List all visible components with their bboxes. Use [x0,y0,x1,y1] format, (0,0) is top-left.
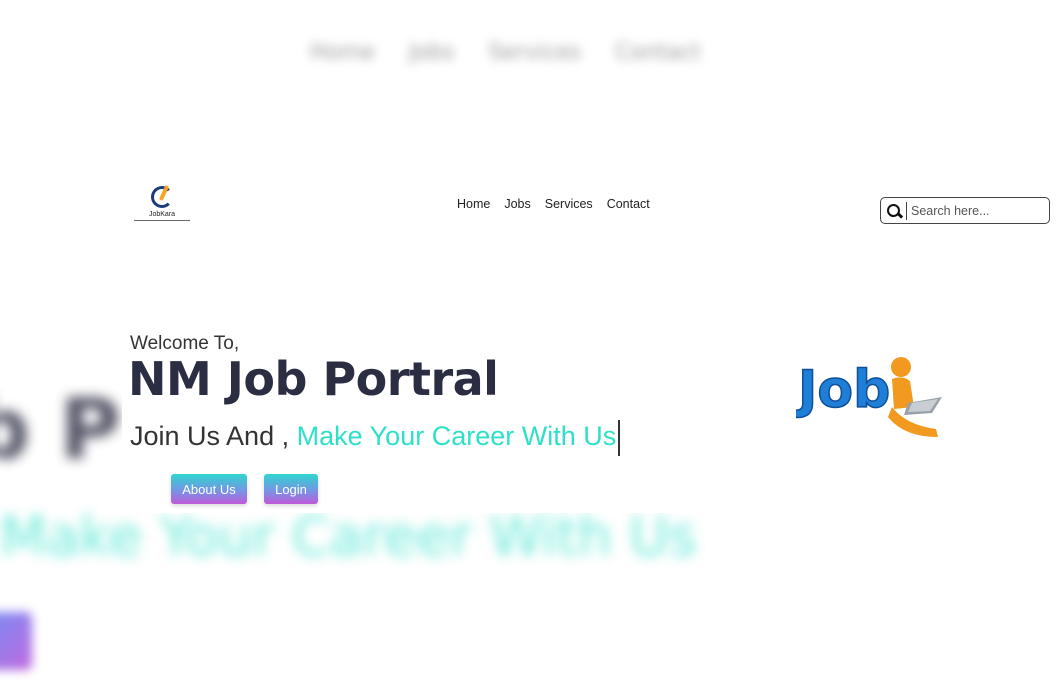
tagline-prefix: Join Us And , [130,421,290,452]
logo-text: JobKara [148,211,176,218]
page-title: NM Job Portral [128,352,499,406]
login-button[interactable]: Login [264,474,318,504]
pencil-logo-icon [151,186,173,208]
blurred-nav-item: Jobs [408,40,455,65]
nav-contact[interactable]: Contact [607,197,650,211]
hero-tagline: Join Us And , Make Your Career With Us [130,420,621,456]
job-illustration: Job [796,357,942,437]
job-illustration-text: Job [796,360,890,420]
logo[interactable]: JobKara [134,186,190,234]
blurred-nav: Home Jobs Services Contact [310,40,750,65]
search-icon[interactable] [885,202,903,220]
blurred-nav-item: Home [310,40,375,65]
about-us-button[interactable]: About Us [171,474,247,504]
blurred-button [0,612,32,670]
logo-underline [134,220,190,221]
search-input[interactable] [906,201,1038,220]
nav-jobs[interactable]: Jobs [504,197,530,211]
tagline-accent: Make Your Career With Us [296,421,617,452]
blurred-tagline: Make Your Career With Us [0,505,697,568]
blurred-nav-item: Contact [615,40,701,65]
search-box [880,197,1050,224]
blurred-nav-item: Services [488,40,582,65]
main-nav: Home Jobs Services Contact [457,197,650,211]
nav-home[interactable]: Home [457,197,490,211]
blurred-title: b P [0,380,121,478]
typing-caret [618,420,621,456]
nav-services[interactable]: Services [545,197,593,211]
